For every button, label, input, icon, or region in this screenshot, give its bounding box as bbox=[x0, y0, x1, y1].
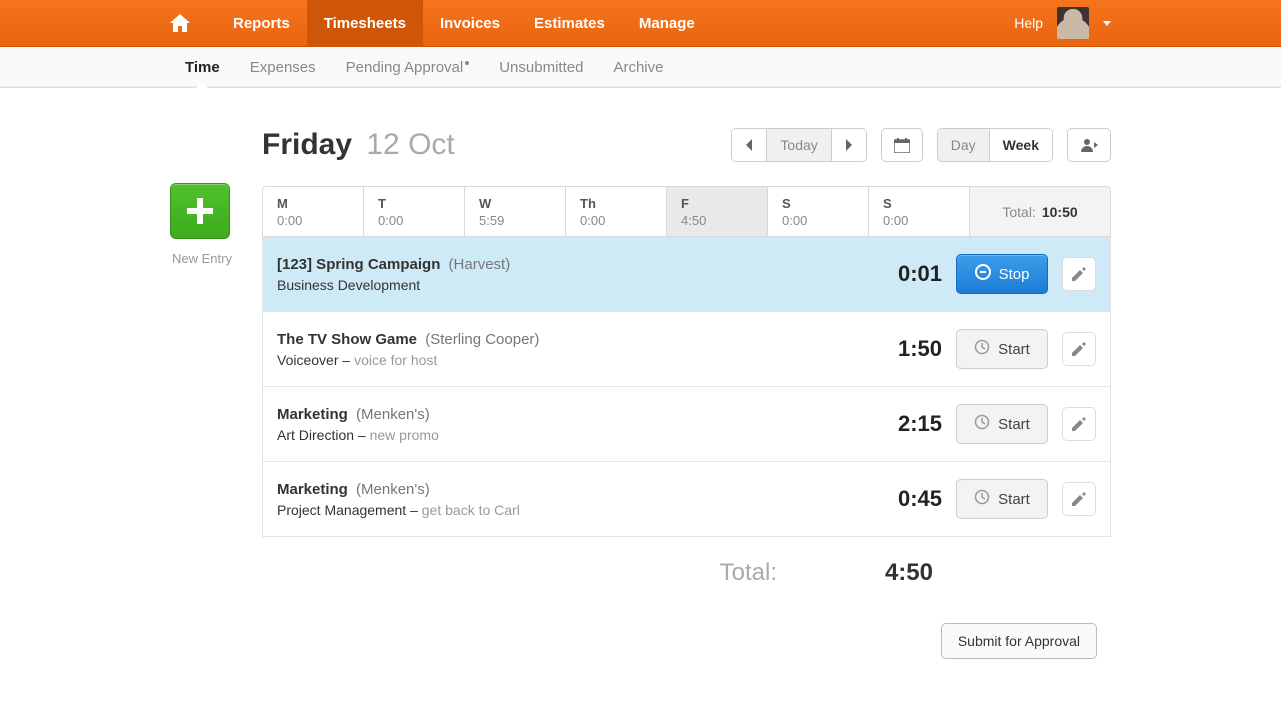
start-timer-button[interactable]: Start bbox=[956, 404, 1048, 444]
entry-duration: 0:45 bbox=[852, 486, 942, 512]
prev-day-button[interactable] bbox=[732, 129, 766, 161]
new-entry-label: New Entry bbox=[170, 251, 234, 266]
entry-task: Voiceover bbox=[277, 352, 338, 368]
subnav-time[interactable]: Time bbox=[170, 47, 235, 88]
pending-indicator-icon bbox=[465, 61, 469, 65]
stop-timer-button[interactable]: Stop bbox=[956, 254, 1048, 294]
new-entry-button[interactable] bbox=[170, 183, 230, 239]
clock-icon bbox=[974, 489, 990, 509]
nav-manage[interactable]: Manage bbox=[622, 0, 712, 47]
nav-estimates[interactable]: Estimates bbox=[517, 0, 622, 47]
home-icon[interactable] bbox=[170, 14, 190, 32]
teammates-button[interactable] bbox=[1067, 128, 1111, 162]
date-nav-group: Today bbox=[731, 128, 866, 162]
clock-icon bbox=[974, 414, 990, 434]
edit-entry-button[interactable] bbox=[1062, 482, 1096, 516]
pencil-icon bbox=[1072, 417, 1086, 431]
nav-reports[interactable]: Reports bbox=[216, 0, 307, 47]
subnav-unsubmitted[interactable]: Unsubmitted bbox=[484, 47, 598, 88]
subnav-pending-approval[interactable]: Pending Approval bbox=[331, 47, 485, 88]
view-toggle-group: Day Week bbox=[937, 128, 1053, 162]
edit-entry-button[interactable] bbox=[1062, 257, 1096, 291]
day-cell-w[interactable]: W5:59 bbox=[465, 187, 566, 236]
top-nav: ReportsTimesheetsInvoicesEstimatesManage… bbox=[0, 0, 1281, 47]
subnav-archive[interactable]: Archive bbox=[598, 47, 678, 88]
subnav-expenses[interactable]: Expenses bbox=[235, 47, 331, 88]
next-day-button[interactable] bbox=[831, 129, 866, 161]
entry-note: voice for host bbox=[354, 352, 437, 368]
nav-invoices[interactable]: Invoices bbox=[423, 0, 517, 47]
day-total-value: 4:50 bbox=[843, 559, 933, 587]
user-menu-caret-icon[interactable] bbox=[1103, 21, 1111, 26]
entry-project: Marketing bbox=[277, 406, 348, 423]
chevron-right-icon bbox=[845, 139, 853, 151]
time-entry: Marketing (Menken's)Art Direction – new … bbox=[263, 387, 1110, 462]
entry-task: Project Management bbox=[277, 502, 406, 518]
entry-project: [123] Spring Campaign bbox=[277, 256, 440, 273]
day-cell-s[interactable]: S0:00 bbox=[869, 187, 970, 236]
day-name: Friday bbox=[262, 128, 352, 161]
clock-icon bbox=[974, 339, 990, 359]
entry-client: (Menken's) bbox=[356, 406, 430, 423]
entry-project: Marketing bbox=[277, 481, 348, 498]
date-label: 12 Oct bbox=[366, 128, 454, 161]
calendar-icon bbox=[894, 138, 910, 153]
entry-task: Art Direction bbox=[277, 427, 354, 443]
person-switch-icon bbox=[1080, 138, 1098, 152]
pencil-icon bbox=[1072, 267, 1086, 281]
day-total-row: Total: 4:50 bbox=[262, 537, 1111, 587]
day-cell-f[interactable]: F4:50 bbox=[667, 187, 768, 236]
today-button[interactable]: Today bbox=[766, 129, 830, 161]
time-entry: [123] Spring Campaign (Harvest) Business … bbox=[263, 237, 1110, 312]
start-timer-button[interactable]: Start bbox=[956, 479, 1048, 519]
edit-entry-button[interactable] bbox=[1062, 407, 1096, 441]
chevron-left-icon bbox=[745, 139, 753, 151]
pencil-icon bbox=[1072, 342, 1086, 356]
entry-task: Business Development bbox=[277, 277, 420, 293]
entry-duration: 2:15 bbox=[852, 411, 942, 437]
day-cell-m[interactable]: M0:00 bbox=[263, 187, 364, 236]
entry-client: (Harvest) bbox=[449, 256, 511, 273]
time-entry: The TV Show Game (Sterling Cooper) Voiceo… bbox=[263, 312, 1110, 387]
help-link[interactable]: Help bbox=[1014, 15, 1043, 31]
day-cell-s[interactable]: S0:00 bbox=[768, 187, 869, 236]
entry-client: (Menken's) bbox=[356, 481, 430, 498]
stop-icon bbox=[975, 264, 991, 284]
pencil-icon bbox=[1072, 492, 1086, 506]
entry-client: (Sterling Cooper) bbox=[425, 331, 539, 348]
day-cell-th[interactable]: Th0:00 bbox=[566, 187, 667, 236]
calendar-button[interactable] bbox=[881, 128, 923, 162]
entry-note: new promo bbox=[370, 427, 439, 443]
submit-for-approval-button[interactable]: Submit for Approval bbox=[941, 623, 1097, 659]
day-total-label: Total: bbox=[720, 559, 777, 587]
start-timer-button[interactable]: Start bbox=[956, 329, 1048, 369]
day-cell-t[interactable]: T0:00 bbox=[364, 187, 465, 236]
week-strip: M0:00T0:00W5:59Th0:00F4:50S0:00S0:00Tota… bbox=[262, 186, 1111, 237]
sub-nav: TimeExpensesPending ApprovalUnsubmittedA… bbox=[0, 47, 1281, 88]
time-entry: Marketing (Menken's)Project Management –… bbox=[263, 462, 1110, 537]
week-view-button[interactable]: Week bbox=[989, 129, 1052, 161]
entry-duration: 1:50 bbox=[852, 336, 942, 362]
page-title: Friday 12 Oct bbox=[262, 128, 455, 162]
entry-duration: 0:01 bbox=[852, 261, 942, 287]
avatar[interactable] bbox=[1057, 7, 1089, 39]
edit-entry-button[interactable] bbox=[1062, 332, 1096, 366]
nav-timesheets[interactable]: Timesheets bbox=[307, 0, 423, 47]
entry-project: The TV Show Game bbox=[277, 331, 417, 348]
week-total-cell: Total:10:50 bbox=[970, 187, 1110, 236]
day-view-button[interactable]: Day bbox=[938, 129, 989, 161]
entry-note: get back to Carl bbox=[422, 502, 520, 518]
entries-list: [123] Spring Campaign (Harvest) Business … bbox=[262, 237, 1111, 537]
